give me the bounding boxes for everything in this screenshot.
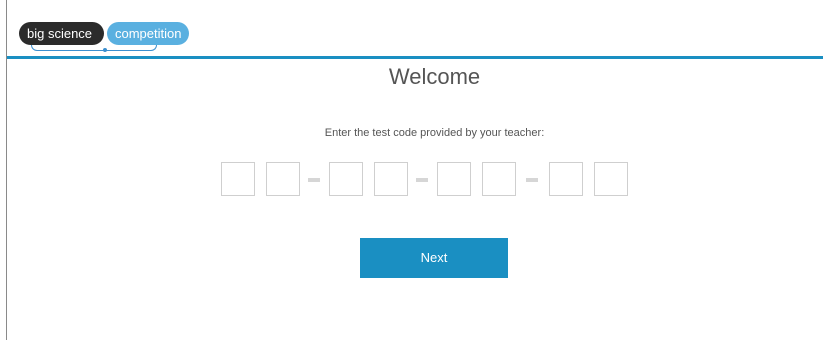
code-input-5[interactable] [437,162,471,196]
code-input-8[interactable] [594,162,628,196]
code-separator-2 [416,178,428,182]
code-separator-1 [308,178,320,182]
header: big science competition [7,0,823,56]
header-accent-bar [7,56,823,59]
next-button[interactable]: Next [360,238,508,278]
code-input-6[interactable] [482,162,516,196]
code-input-1[interactable] [221,162,255,196]
page-title: Welcome [388,64,481,89]
logo-dot-decoration [103,48,107,52]
app-frame: big science competition Welcome Enter th… [6,0,823,340]
code-input-3[interactable] [329,162,363,196]
logo-big-science: big science [19,22,105,45]
instruction-text: Enter the test code provided by your tea… [324,127,545,139]
logo-competition: competition [107,22,190,45]
code-separator-3 [526,178,538,182]
code-input-4[interactable] [374,162,408,196]
code-input-2[interactable] [266,162,300,196]
code-input-7[interactable] [549,162,583,196]
